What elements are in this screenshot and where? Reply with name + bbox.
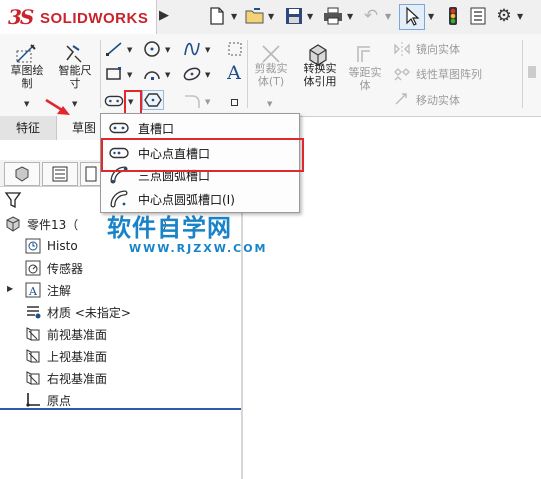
menu-item-label: 直槽口 [138,121,175,136]
sensor-icon [24,259,42,277]
plane-icon [24,347,42,365]
sketch-dropdown-icon[interactable]: ▼ [24,100,29,108]
watermark-text: 软件自学网 [107,214,232,242]
logo-mark: 3S [8,5,34,29]
rectangle-icon[interactable] [104,65,124,83]
linear-pattern-icon[interactable] [392,65,412,83]
fillet-icon[interactable] [182,92,202,110]
circle-dropdown-icon[interactable]: ▼ [165,46,170,54]
circle-icon[interactable] [142,40,162,58]
part-icon [4,215,22,233]
menu-item-centerpoint-arc-slot[interactable]: 中心点圆弧槽口(I) [102,188,298,210]
history-icon [24,237,42,255]
slot-dropdown-icon[interactable]: ▼ [128,98,133,106]
undo-dropdown-icon[interactable]: ▼ [385,12,393,21]
watermark-url: WWW.RJZXW.COM [129,242,268,255]
undo-icon[interactable]: ↶ [361,6,381,26]
ellipse-icon[interactable] [182,65,202,83]
rectangle-dropdown-icon[interactable]: ▼ [127,71,132,79]
svg-text:A: A [28,285,38,298]
smart-dimension-button[interactable]: 智能尺 寸 [52,64,98,90]
tree-item-annotations[interactable]: A 注解 [24,279,71,301]
tree-item-front-plane[interactable]: 前视基准面 [24,323,107,345]
material-icon [24,303,42,321]
tree-item-material[interactable]: 材质 <未指定> [24,301,131,323]
move-entities-icon[interactable] [392,90,412,108]
annotations-icon: A [24,281,42,299]
solidworks-logo[interactable]: 3S SOLIDWORKS [0,0,157,34]
front-plane-label: 前视基准面 [47,327,108,342]
open-folder-icon[interactable] [245,6,265,26]
convert-entities-button[interactable]: 转换实 体引用 [296,62,344,88]
sketch-button[interactable]: 草图绘 制 [4,64,50,90]
ribbon-separator [522,40,523,108]
line-dropdown-icon[interactable]: ▼ [127,46,132,54]
tree-item-right-plane[interactable]: 右视基准面 [24,367,107,389]
mirror-entities-button[interactable]: 镜向实体 [416,43,460,56]
print-dropdown-icon[interactable]: ▼ [347,12,355,21]
ellipse-dropdown-icon[interactable]: ▼ [205,71,210,79]
right-plane-label: 右视基准面 [47,371,108,386]
centerpoint-arc-slot-icon [108,190,130,208]
property-manager-tab[interactable] [42,162,78,186]
top-plane-label: 上视基准面 [47,349,108,364]
plane-icon [24,325,42,343]
feature-manager-tab[interactable] [4,162,40,186]
menu-expand-arrow-icon[interactable]: ▶ [159,8,169,23]
expand-arrow-icon[interactable]: ▶ [7,284,13,293]
annotations-label: 注解 [47,283,72,298]
tree-item-sensors[interactable]: 传感器 [24,257,83,279]
logo-text: SOLIDWORKS [40,10,149,27]
arc-icon[interactable] [142,65,162,83]
spline-dropdown-icon[interactable]: ▼ [205,46,210,54]
save-dropdown-icon[interactable]: ▼ [307,12,315,21]
annotation-arrow-icon [45,98,70,115]
options-dropdown-icon[interactable]: ▼ [517,12,525,21]
text-icon[interactable]: A [224,62,244,84]
save-icon[interactable] [284,6,304,26]
polygon-icon[interactable] [142,90,164,110]
plane-icon [24,369,42,387]
point-icon[interactable] [231,99,238,106]
menu-item-straight-slot[interactable]: 直槽口 [102,117,298,139]
line-icon[interactable] [104,40,124,58]
configuration-manager-tab[interactable] [80,162,102,186]
tree-item-history[interactable]: Histo [24,235,78,257]
print-icon[interactable] [323,6,343,26]
fillet-dropdown-icon[interactable]: ▼ [205,98,210,106]
new-document-icon[interactable] [207,6,227,26]
menu-item-highlight [101,138,304,172]
material-label: 材质 <未指定> [47,305,131,320]
offset-entities-icon[interactable] [350,40,380,68]
tree-rollback-bar[interactable] [0,408,241,410]
trim-dropdown-icon[interactable]: ▼ [267,100,272,108]
menu-item-label: 中心点圆弧槽口(I) [138,192,235,207]
part-name: 零件13（ [27,217,79,232]
spline-icon[interactable] [182,40,202,58]
tree-item-top-plane[interactable]: 上视基准面 [24,345,107,367]
trim-entities-button[interactable]: 剪裁实 体(T) [248,62,294,88]
mirror-entities-icon[interactable] [392,40,412,58]
ribbon-overflow-icon[interactable] [528,66,536,78]
sensors-label: 传感器 [47,261,84,276]
offset-entities-button[interactable]: 等距实 体 [342,66,388,92]
linear-pattern-button[interactable]: 线性草图阵列 [416,68,482,81]
straight-slot-icon [108,119,130,137]
traffic-light-icon[interactable] [443,6,463,26]
file-properties-icon[interactable] [468,6,488,26]
open-dropdown-icon[interactable]: ▼ [268,12,276,21]
origin-icon [24,391,42,409]
move-entities-button[interactable]: 移动实体 [416,94,460,107]
filter-icon[interactable] [4,191,22,212]
select-cursor-icon[interactable] [399,4,425,30]
arc-dropdown-icon[interactable]: ▼ [165,71,170,79]
history-label: Histo [47,239,78,253]
slot-icon[interactable] [104,92,124,110]
construction-geometry-icon[interactable] [225,40,245,58]
select-dropdown-icon[interactable]: ▼ [428,12,436,21]
ribbon-separator [100,40,101,108]
new-dropdown-icon[interactable]: ▼ [231,12,239,21]
origin-label: 原点 [47,393,72,408]
gear-icon[interactable]: ⚙ [494,6,514,26]
